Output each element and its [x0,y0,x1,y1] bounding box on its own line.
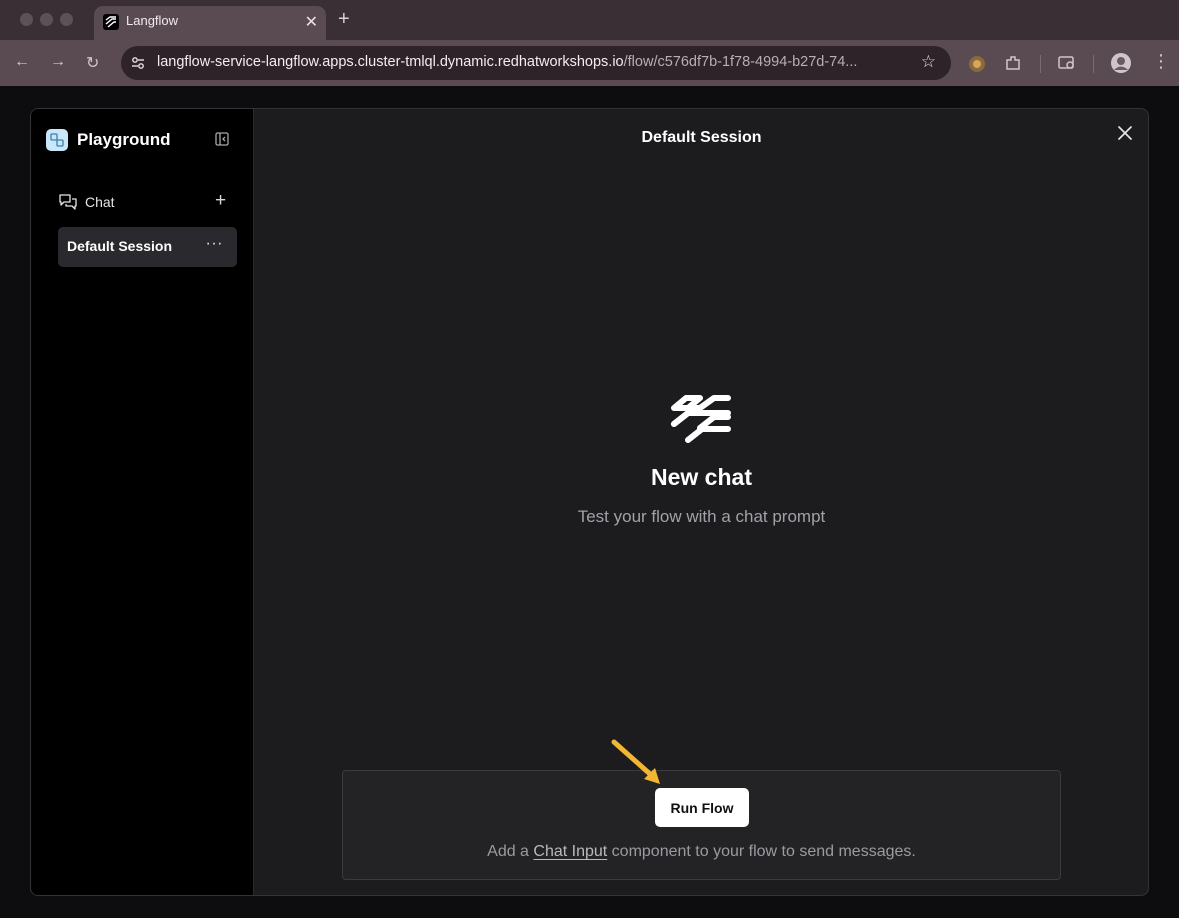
new-chat-plus-icon[interactable]: + [215,190,226,212]
bookmark-star-icon[interactable]: ☆ [921,52,936,72]
extension-avatar-icon[interactable] [967,54,987,74]
url-text: langflow-service-langflow.apps.cluster-t… [157,54,857,70]
playground-sidebar: Playground Chat + Default Session ··· [31,109,254,895]
chat-section-header: Chat + [59,190,231,214]
url-host: langflow-service-langflow.apps.cluster-t… [157,54,624,70]
new-tab-icon[interactable]: + [338,8,350,31]
address-bar[interactable]: langflow-service-langflow.apps.cluster-t… [121,46,951,80]
empty-state-title: New chat [651,464,752,490]
session-more-options-icon[interactable]: ··· [206,235,223,253]
browser-tab-bar: Langflow ✕ + [0,0,1179,40]
profile-avatar-icon[interactable] [1110,52,1132,74]
run-flow-button[interactable]: Run Flow [655,788,749,827]
playground-title: Playground [77,130,171,149]
url-path: /flow/c576df7b-1f78-4994-b27d-74... [623,54,858,70]
langflow-logo-icon [671,395,731,443]
playground-logo-icon [46,129,68,151]
reload-icon[interactable]: ↻ [86,53,99,73]
collapse-sidebar-icon[interactable] [215,132,229,146]
session-item-label: Default Session [67,238,173,254]
annotation-arrow-icon [611,739,660,784]
browser-tab[interactable]: Langflow ✕ [94,6,326,40]
chat-input-link[interactable]: Chat Input [533,843,607,860]
playground-modal: Playground Chat + Default Session ··· De… [30,108,1149,896]
window-minimize-dot[interactable] [40,13,53,26]
toolbar-divider [1093,55,1094,73]
tab-title: Langflow [126,13,179,28]
browser-toolbar: ← → ↻ langflow-service-langflow.apps.clu… [0,40,1179,86]
chat-main-panel: Default Session New chat Test your flow … [255,109,1148,895]
window-close-dot[interactable] [20,13,33,26]
window-zoom-dot[interactable] [60,13,73,26]
session-title: Default Session [641,129,762,146]
toolbar-divider [1040,55,1041,73]
back-arrow-icon[interactable]: ← [14,53,30,71]
langflow-favicon-icon [103,14,119,30]
extensions-puzzle-icon[interactable] [1004,54,1022,72]
tab-close-icon[interactable]: ✕ [305,12,318,32]
chat-input-hint: Add a Chat Input component to your flow … [343,843,1060,861]
chat-bubbles-icon [59,194,77,210]
chat-section-label: Chat [85,194,115,210]
forward-arrow-icon[interactable]: → [50,53,66,71]
browser-menu-icon[interactable]: ⋮ [1152,51,1170,72]
session-item-default[interactable]: Default Session ··· [58,227,237,267]
hint-prefix: Add a [487,843,534,860]
close-modal-icon[interactable] [1117,125,1133,141]
chat-input-area: Run Flow Add a Chat Input component to y… [342,770,1061,880]
site-settings-icon[interactable] [130,55,146,71]
tab-search-icon[interactable] [1057,54,1077,72]
hint-suffix: component to your flow to send messages. [607,843,916,860]
empty-state-subtitle: Test your flow with a chat prompt [577,507,826,526]
